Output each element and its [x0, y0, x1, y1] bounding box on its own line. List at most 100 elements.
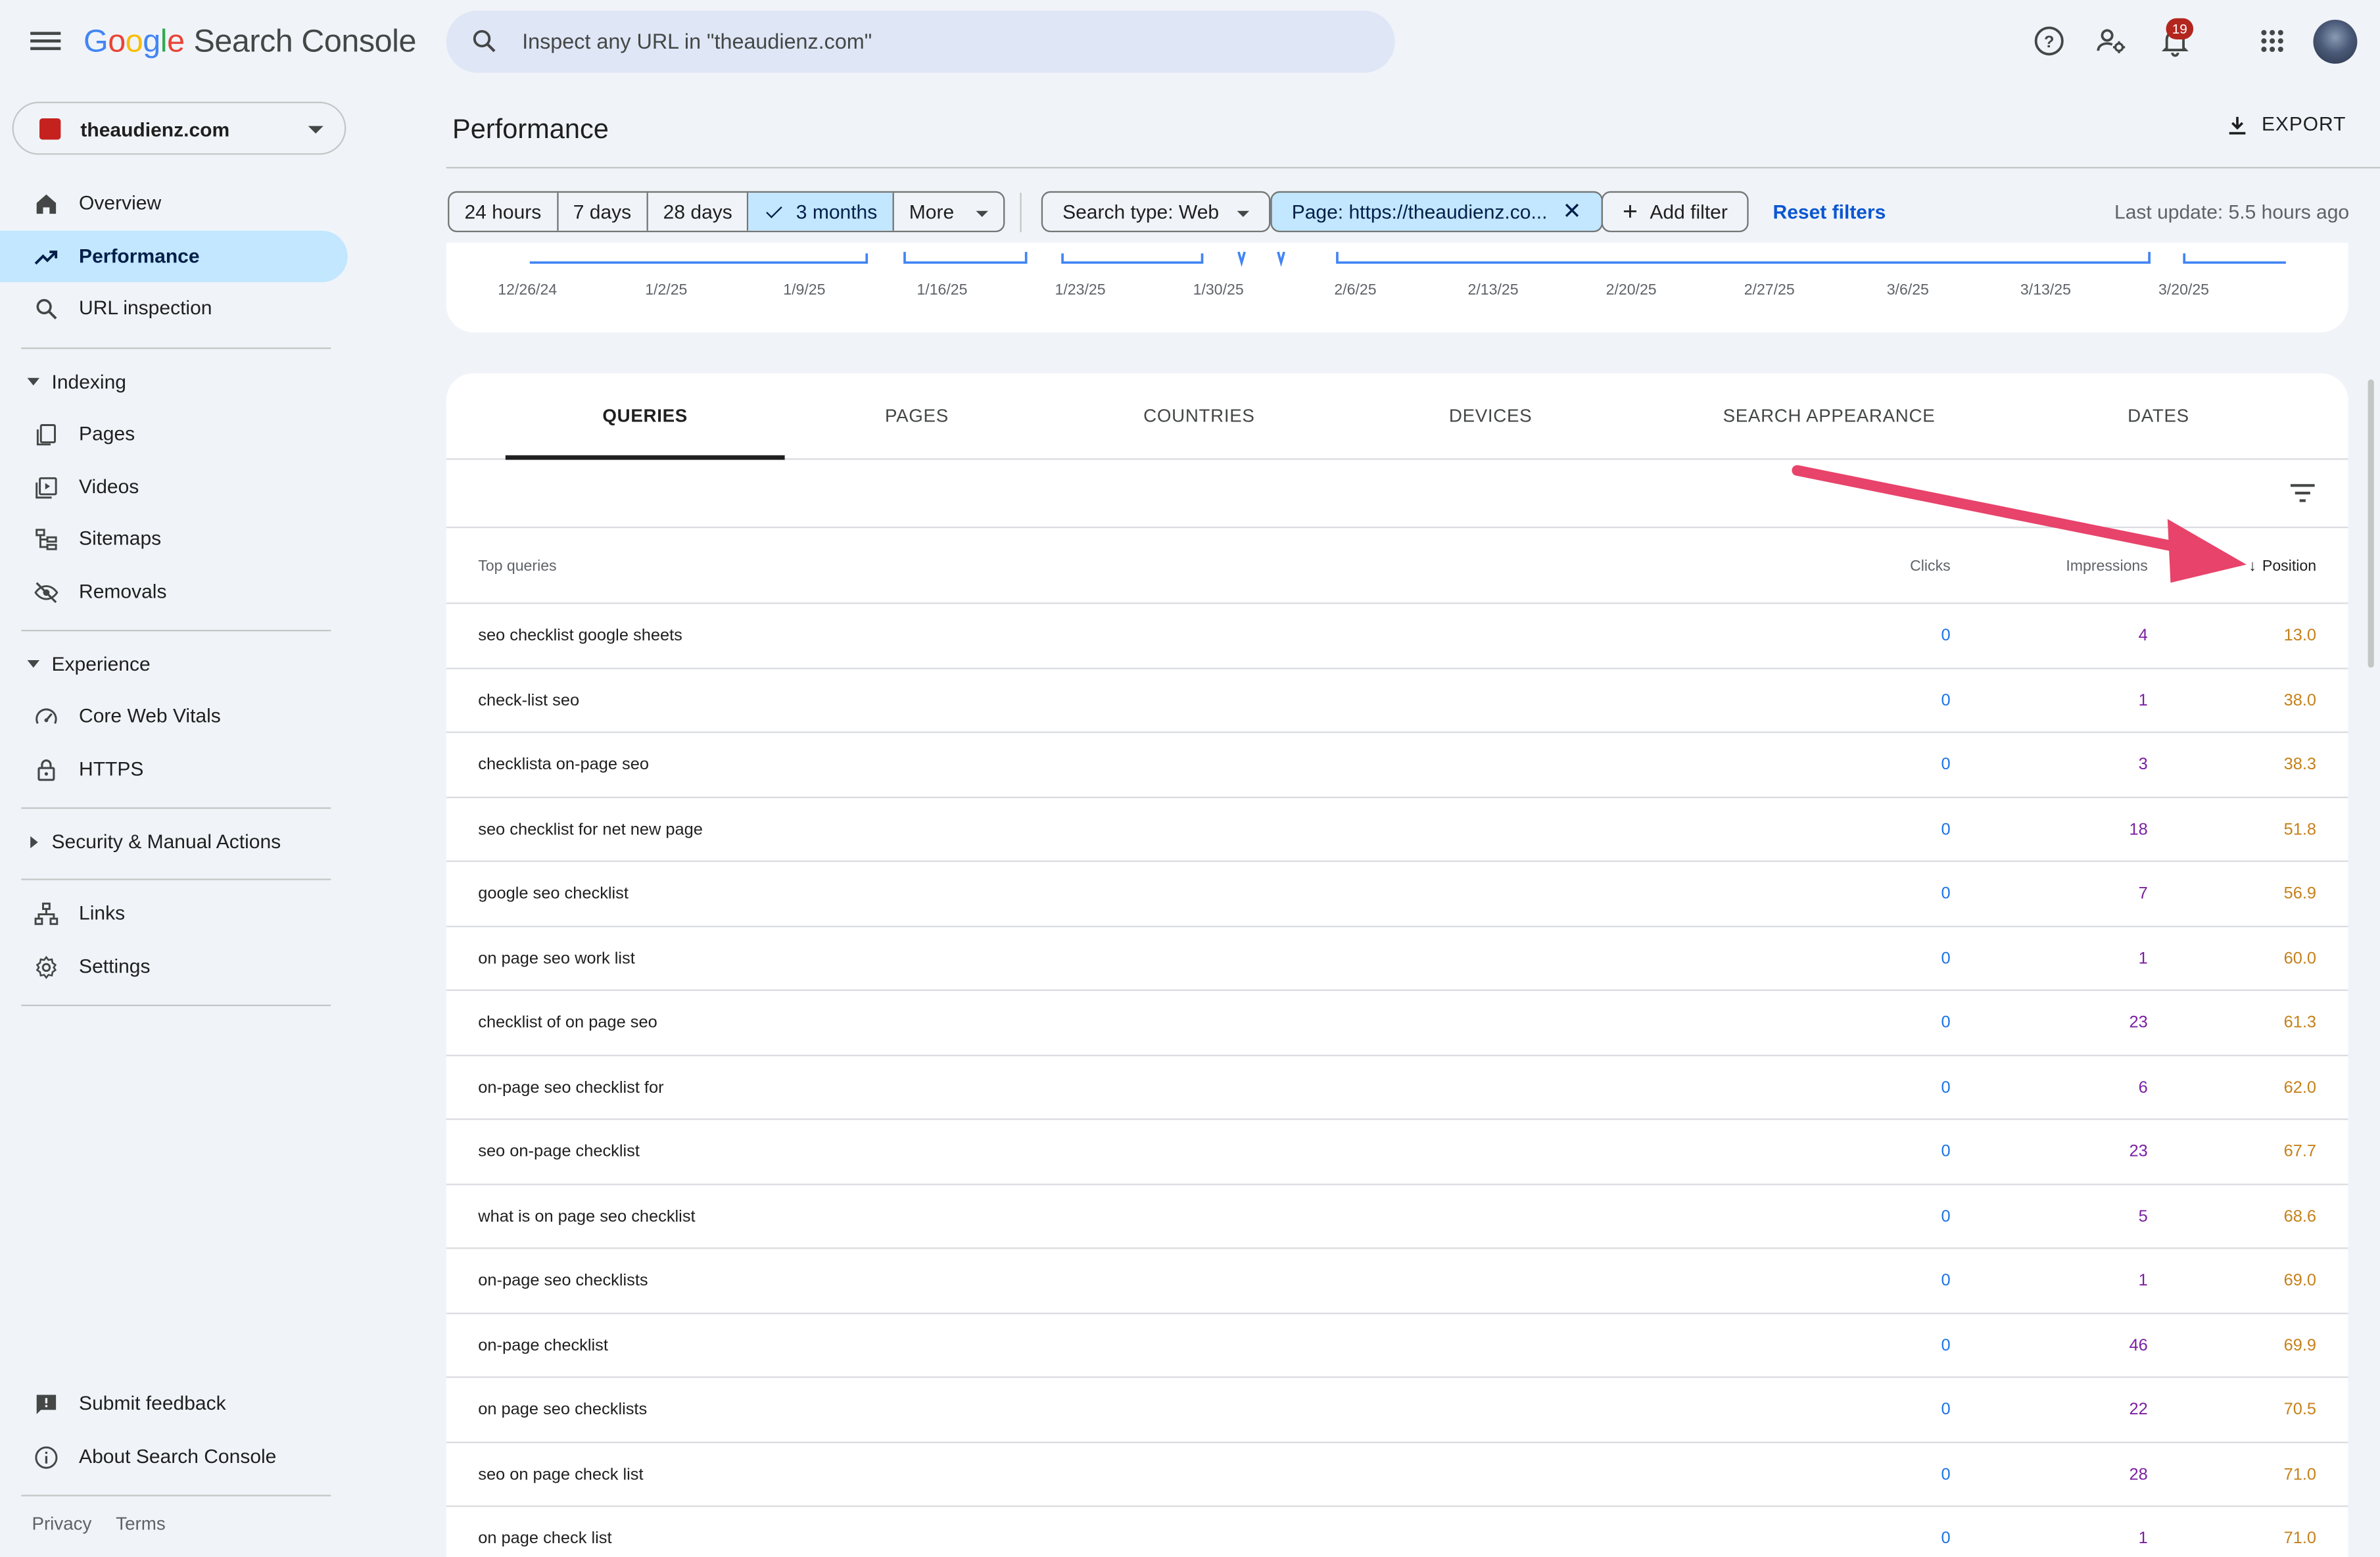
impressions-cell: 4 — [2138, 627, 2148, 645]
table-row[interactable]: what is on page seo checklist 0 5 68.6 — [446, 1184, 2348, 1249]
x-axis-tick: 1/30/25 — [1193, 282, 1244, 299]
active-tab-indicator — [505, 455, 785, 460]
tab-dates[interactable]: DATES — [2067, 373, 2249, 460]
top-bar: Google Search Console Inspect any URL in … — [0, 0, 2380, 85]
clicks-cell: 0 — [1941, 691, 1951, 709]
export-button[interactable]: EXPORT — [2225, 112, 2346, 143]
page-filter-chip[interactable]: Page: https://theaudienz.co... ✕ — [1270, 191, 1603, 233]
clicks-cell: 0 — [1941, 1465, 1951, 1484]
download-icon — [2229, 116, 2246, 134]
manage-users-icon[interactable] — [2095, 24, 2128, 58]
tab-devices[interactable]: DEVICES — [1400, 373, 1582, 460]
notification-count-badge: 19 — [2166, 18, 2194, 40]
x-axis-tick: 2/13/25 — [1467, 282, 1519, 299]
sidebar-section-security[interactable]: Security & Manual Actions — [0, 821, 348, 864]
range-7-days[interactable]: 7 days — [558, 193, 648, 231]
position-cell: 61.3 — [2283, 1013, 2317, 1032]
sidebar-item-performance[interactable]: Performance — [0, 230, 348, 283]
position-cell: 38.3 — [2283, 755, 2317, 775]
sidebar-item-https[interactable]: HTTPS — [0, 744, 348, 795]
dimension-tabs: QUERIES PAGES COUNTRIES DEVICES SEARCH A… — [446, 373, 2348, 460]
x-axis-tick: 2/27/25 — [1744, 282, 1795, 299]
feedback-icon — [36, 1395, 57, 1414]
sidebar-item-sitemaps[interactable]: Sitemaps — [0, 513, 348, 564]
close-icon[interactable]: ✕ — [1563, 193, 1582, 231]
tab-search-appearance[interactable]: SEARCH APPEARANCE — [1707, 373, 1950, 460]
table-row[interactable]: on-page checklist 0 46 69.9 — [446, 1314, 2348, 1378]
range-28-days[interactable]: 28 days — [648, 193, 750, 231]
search-console-logo[interactable]: Google Search Console — [83, 24, 416, 60]
clicks-cell: 0 — [1941, 1401, 1951, 1419]
table-row[interactable]: checklist of on page seo 0 23 61.3 — [446, 991, 2348, 1056]
query-cell: check-list seo — [478, 691, 580, 709]
clicks-cell: 0 — [1941, 1078, 1951, 1097]
table-row[interactable]: seo checklist google sheets 0 4 13.0 — [446, 604, 2348, 669]
impressions-cell: 5 — [2138, 1207, 2148, 1226]
table-row[interactable]: google seo checklist 0 7 56.9 — [446, 862, 2348, 927]
sidebar-item-links[interactable]: Links — [0, 888, 348, 939]
x-axis-tick: 3/20/25 — [2158, 282, 2210, 299]
table-row[interactable]: checklista on-page seo 0 3 38.3 — [446, 733, 2348, 798]
table-row[interactable]: check-list seo 0 1 38.0 — [446, 669, 2348, 733]
apps-grid-icon[interactable] — [2256, 24, 2289, 58]
sidebar-divider — [21, 878, 331, 880]
tab-countries[interactable]: COUNTRIES — [1108, 373, 1290, 460]
scrollbar-thumb[interactable] — [2368, 379, 2374, 668]
filter-separator — [1020, 193, 1022, 233]
sidebar-item-removals[interactable]: Removals — [0, 566, 348, 617]
date-range-selector: 24 hours 7 days 28 days 3 months More — [448, 191, 1005, 233]
query-cell: what is on page seo checklist — [478, 1207, 696, 1226]
range-3-months[interactable]: 3 months — [749, 193, 894, 231]
impressions-cell: 23 — [2129, 1142, 2148, 1161]
sidebar-section-indexing[interactable]: Indexing — [0, 361, 348, 404]
sidebar-item-pages[interactable]: Pages — [0, 408, 348, 460]
range-24-hours[interactable]: 24 hours — [449, 193, 558, 231]
sidebar-item-submit-feedback[interactable]: Submit feedback — [0, 1378, 348, 1429]
help-icon[interactable]: ? — [2032, 24, 2066, 58]
account-avatar[interactable] — [2313, 20, 2358, 64]
tab-queries[interactable]: QUERIES — [506, 373, 785, 460]
filter-rows-icon[interactable] — [2290, 483, 2315, 504]
table-row[interactable]: on page check list 0 1 71.0 — [446, 1507, 2348, 1557]
table-row[interactable]: seo on-page checklist 0 23 67.7 — [446, 1120, 2348, 1185]
table-row[interactable]: seo checklist for net new page 0 18 51.8 — [446, 798, 2348, 862]
sidebar-item-videos[interactable]: Videos — [0, 462, 348, 513]
add-filter-button[interactable]: + Add filter — [1601, 191, 1749, 233]
header-divider — [446, 166, 2380, 169]
property-selector[interactable]: theaudienz.com — [12, 101, 346, 155]
table-row[interactable]: on page seo work list 0 1 60.0 — [446, 926, 2348, 992]
plus-icon: + — [1623, 197, 1638, 226]
sidebar-section-experience[interactable]: Experience — [0, 644, 348, 686]
table-row[interactable]: on page seo checklists 0 22 70.5 — [446, 1378, 2348, 1443]
column-header-query[interactable]: Top queries — [478, 558, 556, 575]
url-inspect-search-bar[interactable]: Inspect any URL in "theaudienz.com" — [446, 11, 1395, 73]
x-axis-tick: 1/23/25 — [1055, 282, 1106, 299]
main-menu-icon[interactable] — [30, 28, 61, 58]
trending-up-icon — [34, 251, 58, 265]
sidebar-item-about[interactable]: About Search Console — [0, 1431, 348, 1482]
sidebar-item-overview[interactable]: Overview — [0, 178, 348, 229]
range-more-dropdown[interactable]: More — [894, 193, 1003, 231]
clicks-cell: 0 — [1941, 949, 1951, 968]
position-cell: 71.0 — [2283, 1465, 2317, 1484]
sidebar-divider — [21, 807, 331, 809]
table-row[interactable]: seo on page check list 0 28 71.0 — [446, 1443, 2348, 1507]
tab-pages[interactable]: PAGES — [826, 373, 1008, 460]
reset-filters-link[interactable]: Reset filters — [1773, 201, 1886, 224]
sidebar-item-url-inspection[interactable]: URL inspection — [0, 282, 348, 333]
clicks-cell: 0 — [1941, 1013, 1951, 1032]
x-axis-tick: 2/6/25 — [1334, 282, 1377, 299]
table-row[interactable]: on-page seo checklists 0 1 69.0 — [446, 1249, 2348, 1314]
sidebar-item-core-web-vitals[interactable]: Core Web Vitals — [0, 690, 348, 742]
table-row[interactable]: on-page seo checklist for 0 6 62.0 — [446, 1055, 2348, 1120]
privacy-link[interactable]: Privacy — [32, 1513, 91, 1534]
search-icon — [36, 299, 57, 320]
links-icon — [34, 902, 59, 925]
search-type-filter[interactable]: Search type: Web — [1041, 191, 1271, 233]
x-axis-tick: 3/13/25 — [2020, 282, 2071, 299]
position-cell: 62.0 — [2283, 1078, 2317, 1097]
speedometer-icon — [36, 708, 57, 725]
sidebar-item-settings[interactable]: Settings — [0, 941, 348, 992]
terms-link[interactable]: Terms — [116, 1513, 165, 1534]
x-axis-tick: 1/9/25 — [783, 282, 826, 299]
